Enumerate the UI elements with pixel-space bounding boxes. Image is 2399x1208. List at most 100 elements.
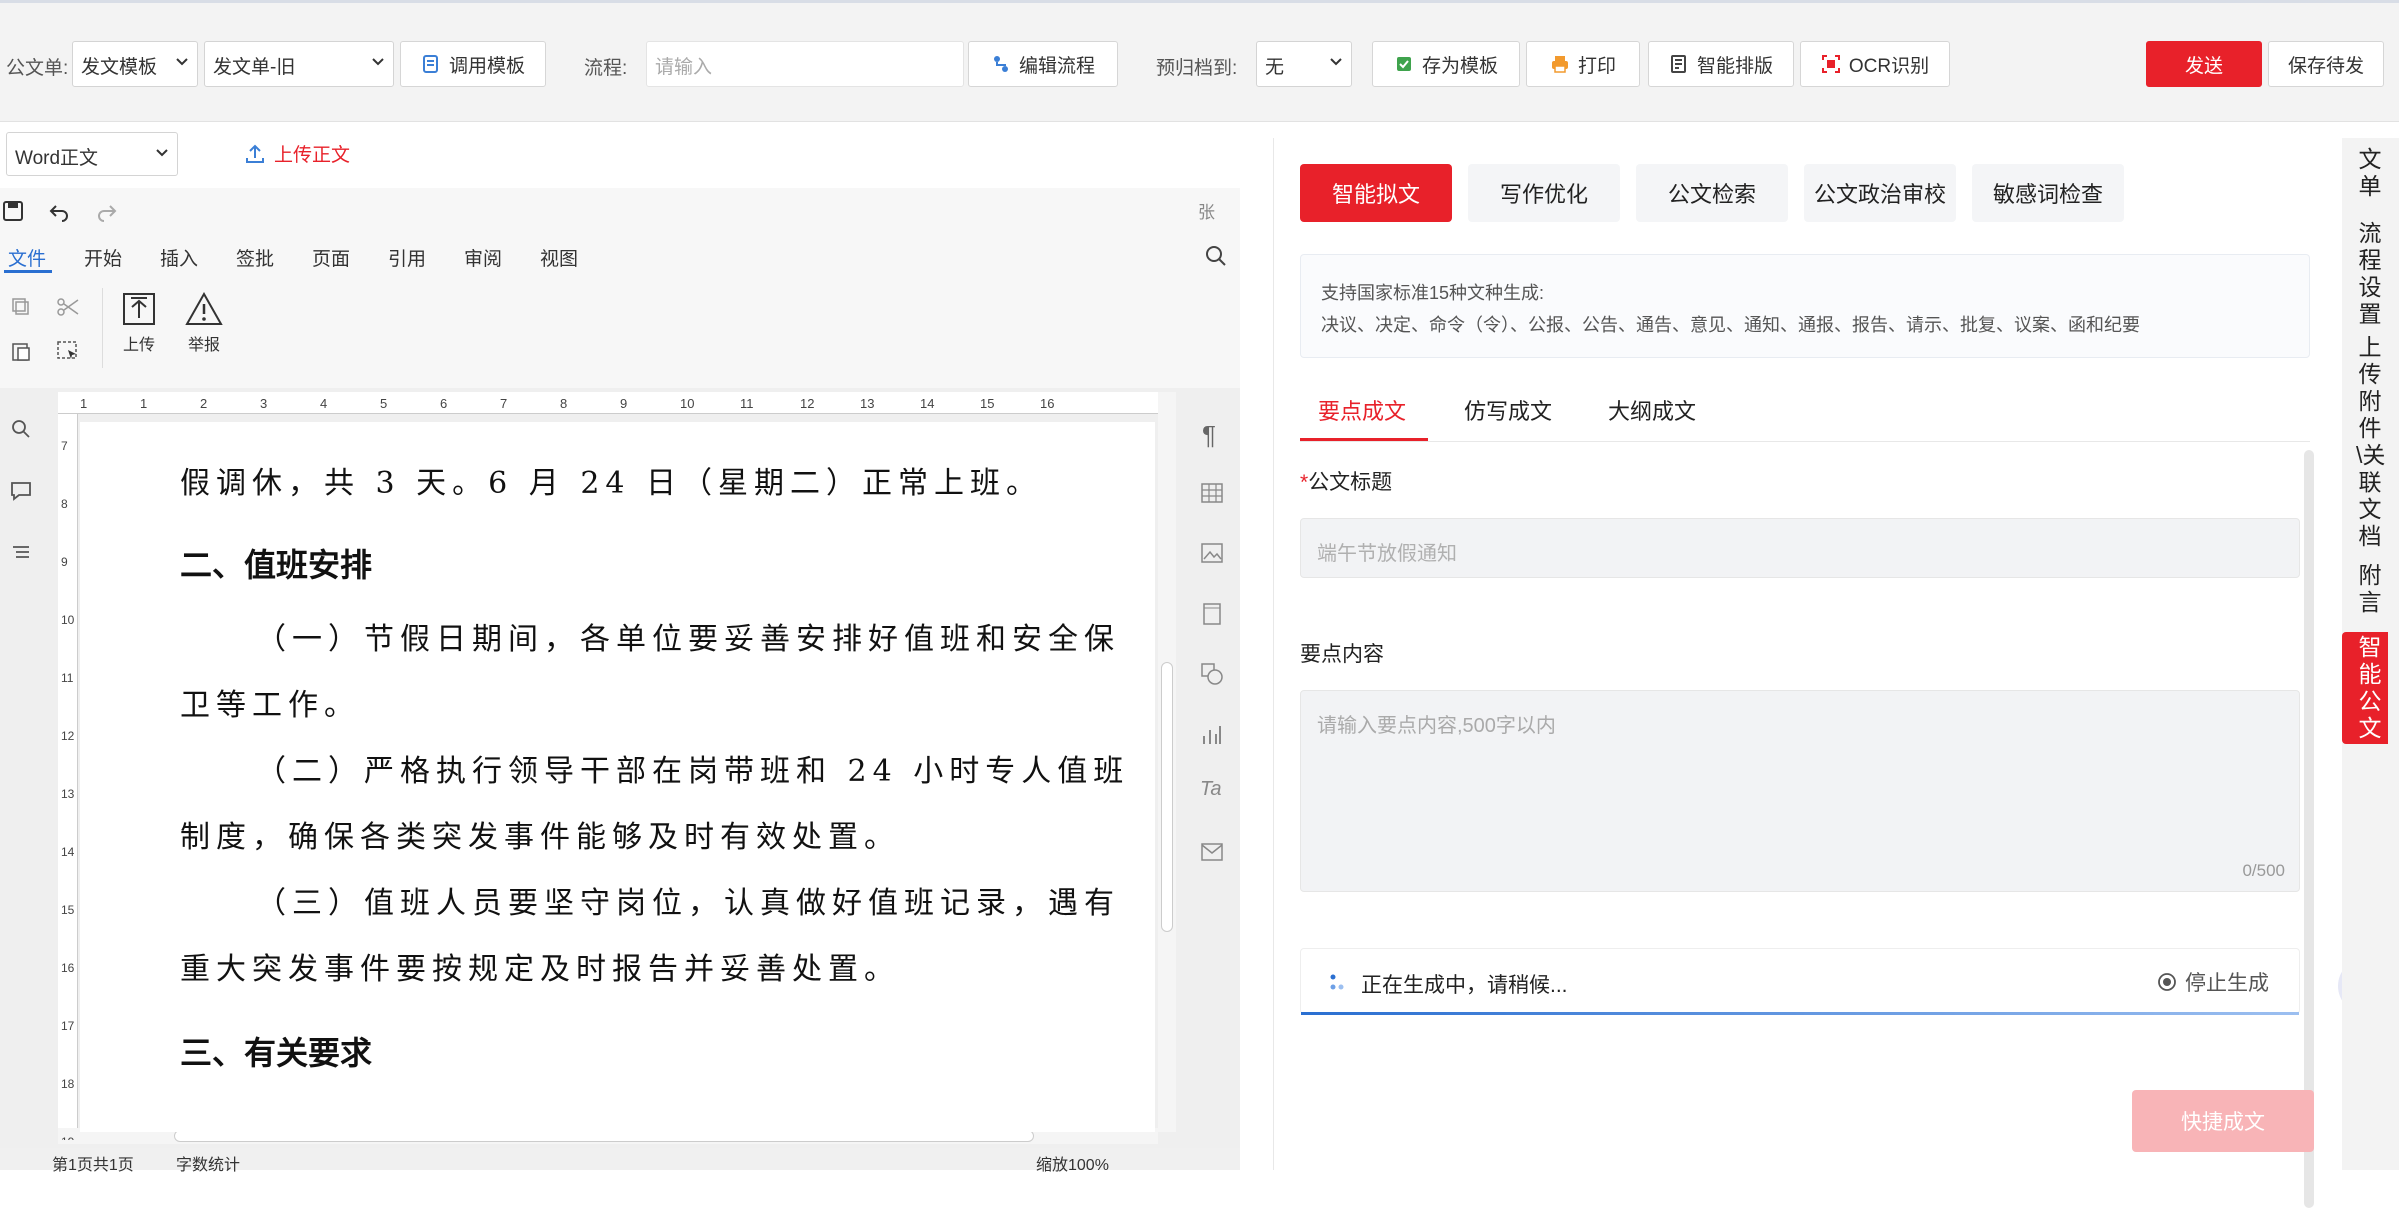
rail-postscript[interactable]: 附言 [2356,562,2384,616]
edit-flow-button[interactable]: 编辑流程 [968,41,1118,87]
menu-sign[interactable]: 签批 [236,244,274,271]
menu-page[interactable]: 页面 [312,244,350,271]
menu-reference[interactable]: 引用 [388,244,426,271]
user-initial: 张 [1198,203,1215,222]
send-button[interactable]: 发送 [2146,41,2262,87]
document-subbar: Word正文 上传正文 [0,122,1270,187]
flow-input[interactable]: 请输入 [646,41,964,87]
save-pending-button[interactable]: 保存待发 [2268,41,2384,87]
table-icon[interactable] [1200,482,1224,504]
menu-file-underline [4,270,52,273]
subtab-divider [1300,441,2310,442]
vruler-ticks: 7 8 9 10 11 12 13 14 15 16 17 18 19 [61,439,75,1140]
body-type-value: Word正文 [15,148,99,169]
info-box: 支持国家标准15种文种生成: 决议、决定、命令（令）、公报、公告、通告、意见、通… [1300,254,2310,358]
rail-doc-form[interactable]: 文单 [2356,146,2384,200]
outline-icon[interactable] [10,542,32,564]
word-count[interactable]: 字数统计 [176,1151,240,1175]
stop-circle-icon [2158,973,2176,991]
print-button[interactable]: 打印 [1526,41,1640,87]
template-select[interactable]: 发文模板 [72,41,198,87]
search-icon[interactable] [1204,244,1228,268]
subtab-imitate[interactable]: 仿写成文 [1464,394,1552,426]
vruler-number: 14 [61,845,75,859]
vruler-number: 10 [61,613,75,627]
save-as-template-button[interactable]: 存为模板 [1372,41,1520,87]
shape-icon[interactable] [1200,662,1224,686]
use-template-button[interactable]: 调用模板 [400,41,546,87]
vruler-number: 12 [61,729,75,743]
vruler-number: 7 [61,439,68,453]
title-input-value: 端午节放假通知 [1317,543,1457,565]
tab-writing-optimize[interactable]: 写作优化 [1468,164,1620,222]
menu-home[interactable]: 开始 [84,244,122,271]
form-select-value: 发文单-旧 [213,57,296,78]
ruler-number: 1 [140,396,147,411]
content-field-label: 要点内容 [1300,643,1384,666]
flow-input-placeholder: 请输入 [655,57,713,78]
report-tool-button[interactable]: 举报 [182,291,226,355]
template-select-value: 发文模板 [81,57,158,78]
form-select[interactable]: 发文单-旧 [204,41,394,87]
quick-generate-button[interactable]: 快捷成文 [2132,1090,2314,1152]
paste-icon[interactable] [10,340,32,362]
text-style-icon[interactable]: Ta [1200,778,1222,801]
select-icon[interactable] [56,340,80,362]
mail-icon[interactable] [1200,842,1224,862]
char-counter: 0/500 [2242,861,2285,880]
vruler-number: 15 [61,903,75,917]
menu-file[interactable]: 文件 [8,244,46,271]
required-mark: * [1300,471,1309,494]
scissors-icon[interactable] [56,296,80,318]
ruler-number: 2 [200,396,207,411]
image-icon[interactable] [1200,542,1224,564]
vertical-scrollbar[interactable] [1158,392,1176,1132]
rail-smart-doc[interactable]: 智能公文 [2356,634,2384,742]
tab-sensitive-check[interactable]: 敏感词检查 [1972,164,2124,222]
archive-select[interactable]: 无 [1256,41,1352,87]
chart-icon[interactable] [1200,722,1224,746]
menu-insert[interactable]: 插入 [160,244,198,271]
rail-flow-settings[interactable]: 流程设置 [2356,220,2384,328]
redo-icon[interactable] [96,202,118,222]
save-template-label: 存为模板 [1421,55,1498,77]
tab-political-review[interactable]: 公文政治审校 [1804,164,1956,222]
save-icon[interactable] [2,200,24,222]
vruler-number: 11 [61,671,74,685]
send-label: 发送 [2184,55,2223,77]
use-template-label: 调用模板 [448,55,525,77]
document-page[interactable]: 假调休，共 3 天。6 月 24 日（星期二）正常上班。 二、值班安排 （一）节… [80,422,1155,1132]
ruler-number: 6 [440,396,447,411]
subtab-outline[interactable]: 大纲成文 [1608,394,1696,426]
body-type-select[interactable]: Word正文 [6,132,178,176]
paragraph-mark-icon[interactable]: ¶ [1202,420,1216,451]
copy-icon[interactable] [10,296,32,318]
title-label-text: 公文标题 [1308,471,1393,494]
zoom-level[interactable]: 缩放100% [1036,1151,1109,1175]
smart-layout-button[interactable]: 智能排版 [1648,41,1794,87]
tab-smart-draft[interactable]: 智能拟文 [1300,164,1452,222]
template-icon [422,55,438,73]
toolbar-divider [102,288,103,368]
rail-attachments[interactable]: 上传附件\关联文档 [2356,334,2385,550]
scroll-thumb[interactable] [1161,662,1173,932]
title-input[interactable]: 端午节放假通知 [1300,518,2300,578]
menu-review[interactable]: 审阅 [464,244,502,271]
content-textarea[interactable]: 请输入要点内容,500字以内 0/500 [1300,690,2300,892]
find-icon[interactable] [10,418,32,440]
comment-icon[interactable] [10,480,32,502]
subtab-key-points[interactable]: 要点成文 [1318,394,1406,426]
upload-body-label: 上传正文 [274,145,351,166]
ocr-button[interactable]: OCR识别 [1800,41,1950,87]
page-icon[interactable] [1200,602,1224,626]
menu-view[interactable]: 视图 [540,244,578,271]
upload-tool-button[interactable]: 上传 [118,292,160,355]
editor-statusbar: 第1页共1页 字数统计 缩放100% [0,1148,1240,1174]
tab-doc-search[interactable]: 公文检索 [1636,164,1788,222]
chevron-down-icon [156,149,168,157]
stop-generation-button[interactable]: 停止生成 [2157,967,2269,997]
chevron-down-icon [1330,58,1342,66]
save-pending-label: 保存待发 [2287,55,2364,77]
undo-icon[interactable] [48,202,70,222]
upload-body-link[interactable]: 上传正文 [244,140,350,167]
